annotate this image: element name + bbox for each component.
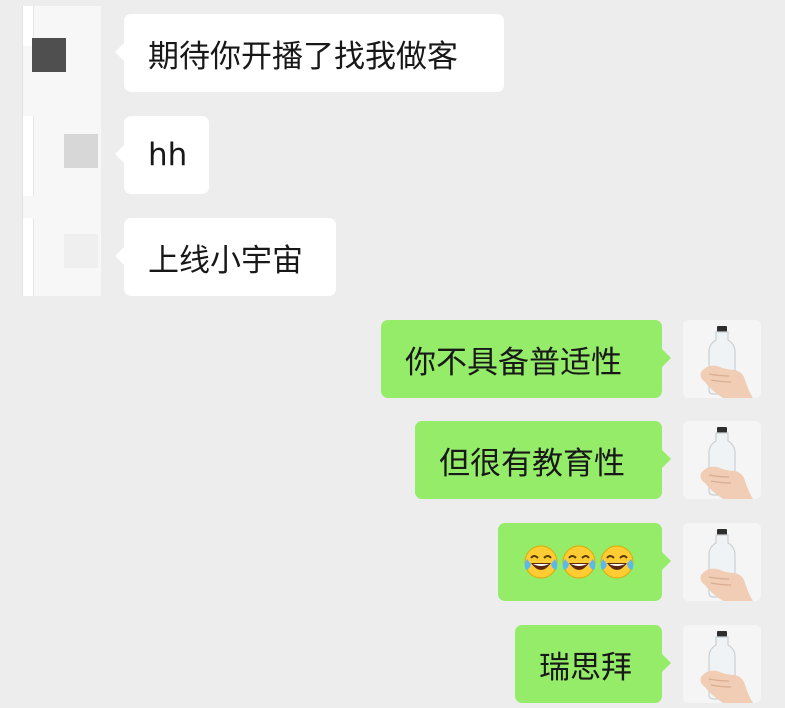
message-row: hh bbox=[0, 116, 785, 194]
my-avatar[interactable] bbox=[683, 421, 761, 499]
incoming-message-bubble[interactable]: 期待你开播了找我做客 bbox=[115, 14, 504, 92]
hand-holding-bottle-icon bbox=[683, 320, 761, 398]
message-row: 期待你开播了找我做客 bbox=[0, 14, 785, 92]
message-row: 瑞思拜 bbox=[0, 625, 785, 703]
outgoing-message-bubble[interactable] bbox=[498, 523, 671, 601]
message-row bbox=[0, 523, 785, 601]
message-row: 但很有教育性 bbox=[0, 421, 785, 499]
message-row: 上线小宇宙 bbox=[0, 218, 785, 296]
face-with-tears-of-joy-icon bbox=[562, 545, 596, 579]
outgoing-message-bubble[interactable]: 你不具备普适性 bbox=[381, 320, 671, 398]
message-text: 上线小宇宙 bbox=[148, 242, 303, 279]
emoji-group bbox=[522, 543, 636, 581]
outgoing-message-bubble[interactable]: 瑞思拜 bbox=[515, 625, 671, 703]
incoming-message-bubble[interactable]: 上线小宇宙 bbox=[115, 218, 336, 296]
face-with-tears-of-joy-icon bbox=[600, 545, 634, 579]
message-text: 你不具备普适性 bbox=[405, 344, 622, 381]
hand-holding-bottle-icon bbox=[683, 523, 761, 601]
outgoing-message-bubble[interactable]: 但很有教育性 bbox=[415, 421, 671, 499]
message-row: 你不具备普适性 bbox=[0, 320, 785, 398]
hand-holding-bottle-icon bbox=[683, 625, 761, 703]
incoming-message-bubble[interactable]: hh bbox=[115, 116, 209, 194]
my-avatar[interactable] bbox=[683, 320, 761, 398]
message-text: 但很有教育性 bbox=[439, 445, 625, 482]
my-avatar[interactable] bbox=[683, 625, 761, 703]
message-text: 期待你开播了找我做客 bbox=[148, 38, 458, 75]
my-avatar[interactable] bbox=[683, 523, 761, 601]
message-text: hh bbox=[148, 137, 188, 173]
hand-holding-bottle-icon bbox=[683, 421, 761, 499]
face-with-tears-of-joy-icon bbox=[524, 545, 558, 579]
message-text: 瑞思拜 bbox=[539, 649, 632, 686]
